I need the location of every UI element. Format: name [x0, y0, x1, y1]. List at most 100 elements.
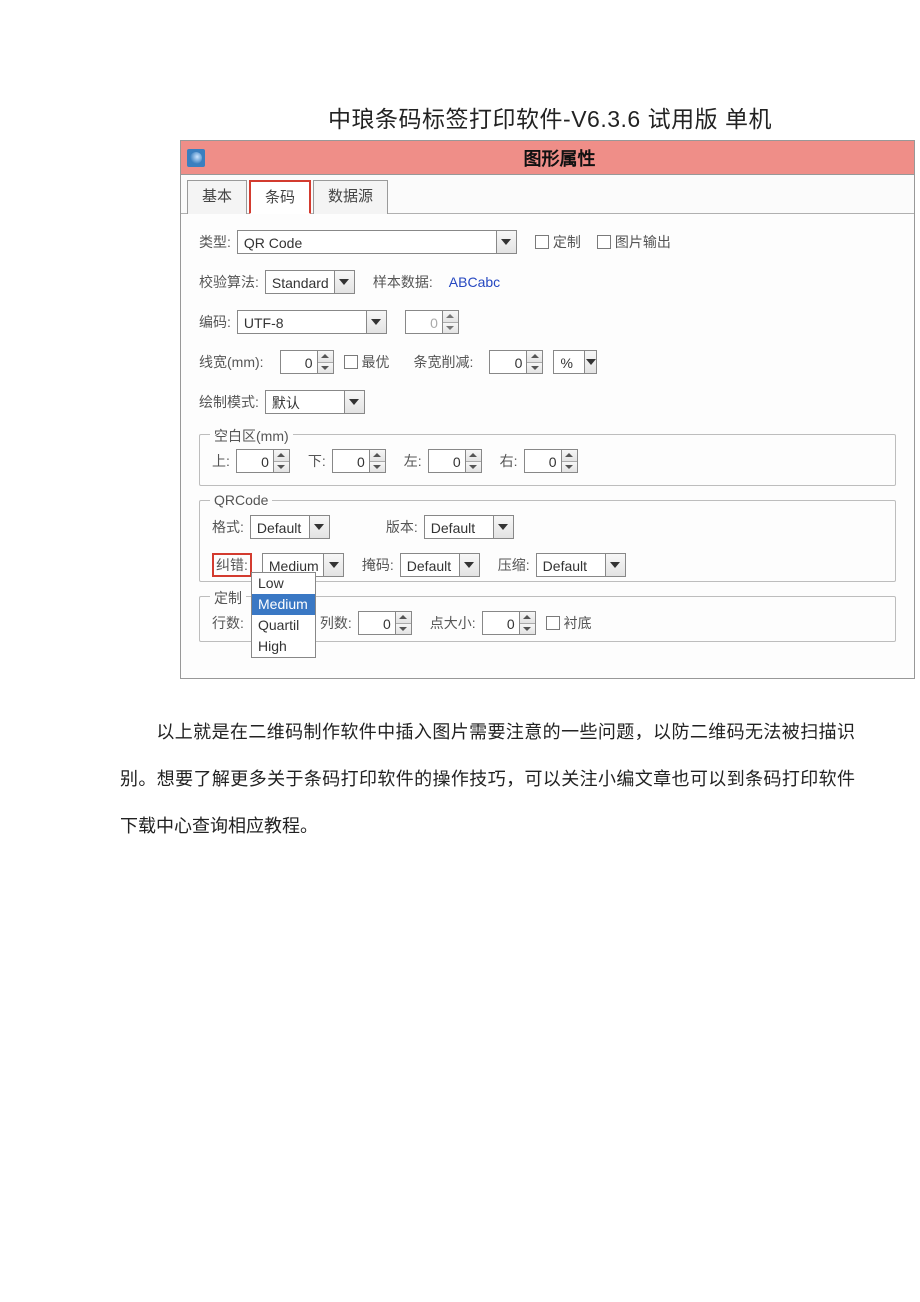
spin-up-icon[interactable]	[520, 612, 535, 624]
cols-spinner[interactable]: 0	[358, 611, 412, 635]
version-value: Default	[425, 516, 481, 538]
encoding-extra-spinner[interactable]: 0	[405, 310, 459, 334]
chevron-down-icon[interactable]	[309, 516, 329, 538]
drawmode-label: 绘制模式:	[199, 392, 259, 412]
margin-top-spinner[interactable]: 0	[236, 449, 290, 473]
margin-fieldset: 空白区(mm) 上: 0 下: 0 左: 0	[199, 434, 896, 486]
custom-checkbox[interactable]: 定制	[535, 232, 587, 252]
basefill-checkbox[interactable]: 衬底	[546, 613, 598, 633]
checkbox-icon	[344, 355, 358, 369]
format-label: 格式:	[212, 517, 244, 537]
spin-down-icon[interactable]	[520, 624, 535, 635]
margin-right-spinner[interactable]: 0	[524, 449, 578, 473]
version-label: 版本:	[386, 517, 418, 537]
format-combo[interactable]: Default	[250, 515, 330, 539]
dialog-title: 图形属性	[211, 145, 908, 171]
image-output-checkbox[interactable]: 图片输出	[597, 232, 677, 252]
rows-label: 行数:	[212, 613, 244, 633]
linewidth-label: 线宽(mm):	[199, 352, 264, 372]
spin-down-icon[interactable]	[370, 462, 385, 473]
mask-label: 掩码:	[362, 555, 394, 575]
tab-barcode[interactable]: 条码	[249, 180, 311, 214]
spin-down-icon[interactable]	[443, 323, 458, 334]
app-icon	[187, 149, 205, 167]
drawmode-combo[interactable]: 默认	[265, 390, 365, 414]
version-combo[interactable]: Default	[424, 515, 514, 539]
best-checkbox[interactable]: 最优	[344, 352, 396, 372]
spin-down-icon[interactable]	[466, 462, 481, 473]
ecc-option-low[interactable]: Low	[252, 573, 315, 594]
spin-up-icon[interactable]	[527, 351, 542, 363]
dialog-window: 图形属性 基本 条码 数据源 类型: QR Code	[180, 140, 915, 679]
type-value: QR Code	[238, 231, 308, 253]
mask-combo[interactable]: Default	[400, 553, 480, 577]
chevron-down-icon[interactable]	[605, 554, 625, 576]
margin-top-label: 上:	[212, 451, 230, 471]
check-alg-value: Standard	[266, 271, 334, 293]
margin-legend: 空白区(mm)	[210, 426, 293, 446]
tab-datasource[interactable]: 数据源	[313, 180, 388, 214]
drawmode-value: 默认	[266, 391, 306, 413]
spin-up-icon[interactable]	[562, 450, 577, 462]
dialog-titlebar: 图形属性	[181, 141, 914, 175]
margin-left-spinner[interactable]: 0	[428, 449, 482, 473]
spin-up-icon[interactable]	[466, 450, 481, 462]
spin-up-icon[interactable]	[396, 612, 411, 624]
spin-down-icon[interactable]	[527, 363, 542, 374]
encoding-label: 编码:	[199, 312, 231, 332]
checkbox-icon	[597, 235, 611, 249]
spin-up-icon[interactable]	[443, 311, 458, 323]
compress-combo[interactable]: Default	[536, 553, 626, 577]
tabs-bar: 基本 条码 数据源	[181, 175, 914, 214]
linewidth-spinner[interactable]: 0	[280, 350, 334, 374]
reduce-unit-value: %	[554, 351, 584, 373]
ecc-dropdown-list[interactable]: Low Medium Quartil High	[251, 572, 316, 658]
sample-value: ABCabc	[449, 274, 500, 290]
dotsize-spinner[interactable]: 0	[482, 611, 536, 635]
qrcode-fieldset: QRCode 格式: Default 版本: Default	[199, 500, 896, 582]
ecc-label: 纠错:	[216, 557, 248, 573]
dotsize-label: 点大小:	[430, 613, 476, 633]
compress-value: Default	[537, 554, 593, 576]
ecc-option-medium[interactable]: Medium	[252, 594, 315, 615]
spin-down-icon[interactable]	[274, 462, 289, 473]
check-alg-combo[interactable]: Standard	[265, 270, 355, 294]
spin-up-icon[interactable]	[274, 450, 289, 462]
ecc-label-highlight: 纠错:	[212, 553, 252, 577]
spin-down-icon[interactable]	[396, 624, 411, 635]
chevron-down-icon[interactable]	[584, 351, 596, 373]
chevron-down-icon[interactable]	[459, 554, 479, 576]
reduce-spinner[interactable]: 0	[489, 350, 543, 374]
chevron-down-icon[interactable]	[344, 391, 364, 413]
checkbox-icon	[535, 235, 549, 249]
check-alg-label: 校验算法:	[199, 272, 259, 292]
app-window-title: 中琅条码标签打印软件-V6.3.6 试用版 单机	[0, 100, 920, 134]
margin-left-label: 左:	[404, 451, 422, 471]
article-paragraph: 以上就是在二维码制作软件中插入图片需要注意的一些问题，以防二维码无法被扫描识别。…	[120, 709, 855, 849]
margin-bottom-label: 下:	[308, 451, 326, 471]
custom-legend: 定制	[210, 588, 246, 608]
chevron-down-icon[interactable]	[366, 311, 386, 333]
reduce-unit-combo[interactable]: %	[553, 350, 597, 374]
type-label: 类型:	[199, 232, 231, 252]
chevron-down-icon[interactable]	[496, 231, 516, 253]
ecc-option-high[interactable]: High	[252, 636, 315, 657]
chevron-down-icon[interactable]	[493, 516, 513, 538]
checkbox-icon	[546, 616, 560, 630]
ecc-option-quartil[interactable]: Quartil	[252, 615, 315, 636]
format-value: Default	[251, 516, 307, 538]
encoding-combo[interactable]: UTF-8	[237, 310, 387, 334]
compress-label: 压缩:	[498, 555, 530, 575]
chevron-down-icon[interactable]	[323, 554, 343, 576]
spin-down-icon[interactable]	[318, 363, 333, 374]
mask-value: Default	[401, 554, 457, 576]
chevron-down-icon[interactable]	[334, 271, 354, 293]
reduce-label: 条宽削减:	[414, 352, 474, 372]
spin-down-icon[interactable]	[562, 462, 577, 473]
tab-basic[interactable]: 基本	[187, 180, 247, 214]
margin-bottom-spinner[interactable]: 0	[332, 449, 386, 473]
spin-up-icon[interactable]	[318, 351, 333, 363]
type-combo[interactable]: QR Code	[237, 230, 517, 254]
cols-label: 列数:	[320, 613, 352, 633]
spin-up-icon[interactable]	[370, 450, 385, 462]
